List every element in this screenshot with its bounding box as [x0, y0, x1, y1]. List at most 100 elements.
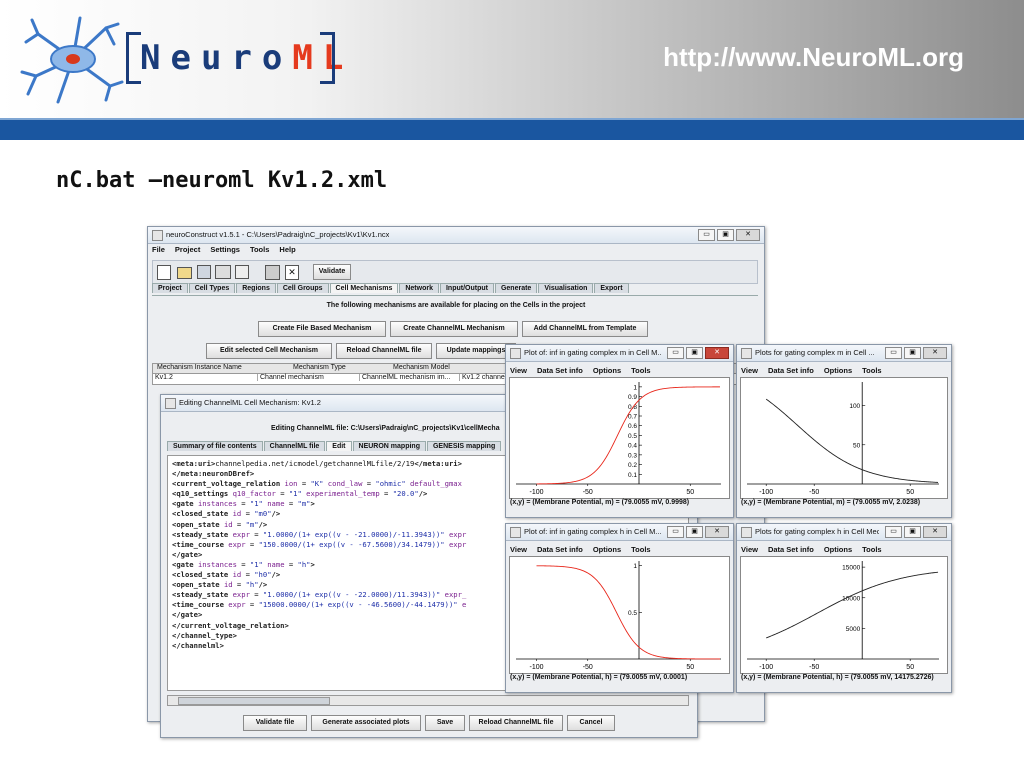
plot-menu-options[interactable]: Options	[824, 365, 852, 377]
maximize-button[interactable]: ▣	[904, 347, 921, 359]
minimize-button[interactable]: ▭	[667, 526, 684, 538]
plot-title: Plot of: inf in gating complex h in Cell…	[524, 527, 661, 536]
col-instance-name[interactable]: Mechanism Instance Name	[157, 364, 242, 371]
neuroml-url[interactable]: http://www.NeuroML.org	[663, 42, 964, 73]
tab-visualisation[interactable]: Visualisation	[538, 283, 594, 293]
code-token: />	[271, 509, 281, 519]
close-button[interactable]: ✕	[705, 347, 729, 359]
code-token: />	[418, 489, 428, 499]
tab-edit[interactable]: Edit	[326, 441, 352, 451]
plot-area[interactable]: -100 -50 50 15000 10000 5000	[740, 556, 948, 674]
plot-menu-tools[interactable]: Tools	[862, 544, 881, 556]
code-token: e	[457, 600, 467, 610]
plot-menu-options[interactable]: Options	[593, 365, 621, 377]
menu-project[interactable]: Project	[175, 244, 200, 256]
menu-help[interactable]: Help	[279, 244, 295, 256]
code-line: </channelml>	[172, 641, 466, 651]
create-file-mechanism-button[interactable]: Create File Based Mechanism	[258, 321, 386, 337]
editor-title: Editing ChannelML Cell Mechanism: Kv1.2	[179, 398, 321, 407]
tab-channelml-file[interactable]: ChannelML file	[263, 441, 326, 451]
plot-titlebar: Plot of: inf in gating complex m in Cell…	[506, 345, 733, 362]
tab-cell-groups[interactable]: Cell Groups	[276, 283, 329, 293]
minimize-button[interactable]: ▭	[885, 526, 902, 538]
plot-menu-tools[interactable]: Tools	[631, 544, 650, 556]
tab-generate[interactable]: Generate	[494, 283, 538, 293]
plot-menu-view[interactable]: View	[510, 544, 527, 556]
scrollbar-thumb[interactable]	[178, 697, 330, 705]
plot-menu-view[interactable]: View	[510, 365, 527, 377]
code-token: </gate>	[172, 549, 203, 559]
tab-export[interactable]: Export	[594, 283, 629, 293]
tab-regions[interactable]: Regions	[236, 283, 276, 293]
new-project-icon[interactable]	[157, 265, 171, 280]
add-channelml-template-button[interactable]: Add ChannelML from Template	[522, 321, 648, 337]
edit-cell-mechanism-button[interactable]: Edit selected Cell Mechanism	[206, 343, 332, 359]
close-button[interactable]: ✕	[736, 229, 760, 241]
maximize-button[interactable]: ▣	[717, 229, 734, 241]
minimize-button[interactable]: ▭	[885, 347, 902, 359]
generate-icon[interactable]	[265, 265, 280, 280]
reload-file-button[interactable]: Reload ChannelML file	[469, 715, 563, 731]
y-tick-label: 0.5	[628, 610, 637, 617]
horizontal-scrollbar[interactable]	[167, 695, 689, 706]
checklist-icon[interactable]	[235, 265, 249, 279]
reload-channelml-button[interactable]: Reload ChannelML file	[336, 343, 432, 359]
app-icon	[510, 527, 521, 538]
validate-button[interactable]: Validate	[313, 264, 351, 280]
plot-area[interactable]: -100 -50 50 1 0.5	[509, 556, 730, 674]
tab-neuron-mapping[interactable]: NEURON mapping	[352, 441, 426, 451]
maximize-button[interactable]: ▣	[904, 526, 921, 538]
plot-area[interactable]: -100 -50 50 1 0.9 0.8 0.7 0.6 0.5 0.4 0.3 0.2 0.1	[509, 377, 730, 499]
code-token: default_gmax	[405, 479, 462, 489]
plot-menu-data-set-info[interactable]: Data Set info	[768, 365, 814, 377]
col-mechanism-model[interactable]: Mechanism Model	[393, 364, 450, 371]
tab-summary[interactable]: Summary of file contents	[167, 441, 263, 451]
menu-settings[interactable]: Settings	[210, 244, 240, 256]
code-token: cond_law	[323, 479, 363, 489]
tab-cell-mechanisms[interactable]: Cell Mechanisms	[329, 283, 399, 293]
maximize-button[interactable]: ▣	[686, 347, 703, 359]
menu-tools[interactable]: Tools	[250, 244, 269, 256]
maximize-button[interactable]: ▣	[686, 526, 703, 538]
tab-project[interactable]: Project	[152, 283, 188, 293]
tab-input-output[interactable]: Input/Output	[439, 283, 494, 293]
col-mechanism-type[interactable]: Mechanism Type	[293, 364, 346, 371]
open-folder-icon[interactable]	[177, 267, 192, 279]
tab-genesis-mapping[interactable]: GENESIS mapping	[426, 441, 502, 451]
plot-menu-data-set-info[interactable]: Data Set info	[768, 544, 814, 556]
code-token: "K"	[310, 479, 324, 489]
close-button[interactable]: ✕	[705, 526, 729, 538]
minimize-button[interactable]: ▭	[667, 347, 684, 359]
update-mappings-button[interactable]: Update mappings	[436, 343, 516, 359]
plot-menu-options[interactable]: Options	[824, 544, 852, 556]
cells-icon[interactable]	[215, 265, 231, 279]
app-icon	[741, 527, 752, 538]
close-project-icon[interactable]: ✕	[285, 265, 299, 280]
close-button[interactable]: ✕	[923, 347, 947, 359]
create-channelml-button[interactable]: Create ChannelML Mechanism	[390, 321, 518, 337]
cancel-button[interactable]: Cancel	[567, 715, 615, 731]
validate-file-button[interactable]: Validate file	[243, 715, 307, 731]
plot-menu-view[interactable]: View	[741, 365, 758, 377]
menu-file[interactable]: File	[152, 244, 165, 256]
plot-menu-tools[interactable]: Tools	[631, 365, 650, 377]
logo-bracket-right	[320, 32, 335, 84]
generate-plots-button[interactable]: Generate associated plots	[311, 715, 421, 731]
plot-menu-data-set-info[interactable]: Data Set info	[537, 544, 583, 556]
plot-title: Plot of: inf in gating complex m in Cell…	[524, 348, 661, 357]
tab-cell-types[interactable]: Cell Types	[188, 283, 236, 293]
plot-area[interactable]: -100 -50 50 100 50	[740, 377, 948, 499]
plot-menu-data-set-info[interactable]: Data Set info	[537, 365, 583, 377]
code-token: "1"	[249, 499, 263, 509]
close-button[interactable]: ✕	[923, 526, 947, 538]
code-line: <open_state id = "h"/>	[172, 580, 466, 590]
tab-network[interactable]: Network	[399, 283, 439, 293]
code-token: "m"	[297, 499, 311, 509]
save-button[interactable]: Save	[425, 715, 465, 731]
code-token: <current_voltage_relation	[172, 479, 285, 489]
plot-menu-view[interactable]: View	[741, 544, 758, 556]
save-icon[interactable]	[197, 265, 211, 279]
minimize-button[interactable]: ▭	[698, 229, 715, 241]
plot-menu-tools[interactable]: Tools	[862, 365, 881, 377]
plot-menu-options[interactable]: Options	[593, 544, 621, 556]
